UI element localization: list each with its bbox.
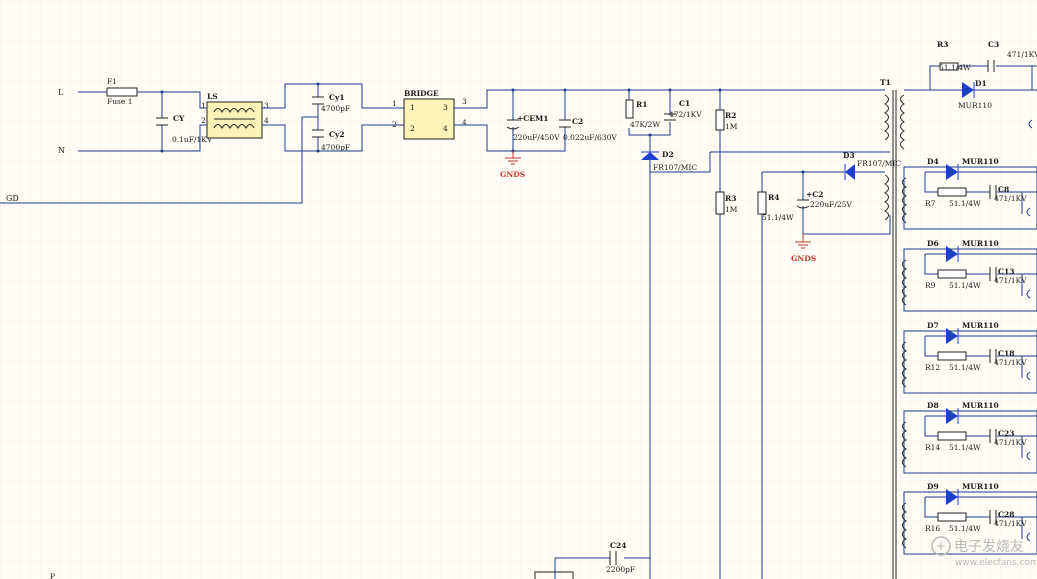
ls-ref: LS: [207, 92, 218, 101]
stage-diode-model: MUR110: [962, 239, 999, 248]
cy-ref: CY: [173, 114, 185, 123]
top-diode-value: MUR110: [958, 101, 992, 110]
stage-diode-model: MUR110: [962, 401, 999, 410]
fuse-ref: F1: [107, 77, 117, 86]
cy1-ref: Cy1: [329, 93, 345, 102]
ls-pin-3: 3: [264, 101, 269, 110]
stage-diode-ref: D9: [927, 482, 939, 491]
r2-value: 1M: [725, 122, 738, 131]
top-res-ref: R3: [937, 40, 948, 49]
c1-ref: C1: [679, 99, 690, 108]
stage-diode-ref: D6: [927, 239, 939, 248]
stage-res-value: 51.1/4W: [949, 281, 981, 290]
bridge-pin-1: 1: [410, 103, 415, 112]
bridge-pin-2: 2: [410, 124, 415, 133]
net-label-n: N: [58, 146, 65, 155]
watermark-main: 电子发烧友: [954, 539, 1024, 555]
fuse-value: Fuse 1: [107, 97, 132, 106]
c1-value: 472/1KV: [669, 110, 702, 119]
c2-ref: C2: [572, 117, 583, 126]
d2-value: FR107/MIC: [653, 163, 697, 172]
stage-cap-ref: C28: [998, 510, 1014, 519]
cy2-ref: Cy2: [329, 130, 345, 139]
r4-ref: R4: [768, 193, 779, 202]
r3-value: 1M: [725, 205, 738, 214]
bridge-pin-4: 4: [443, 124, 448, 133]
svg-text:4: 4: [462, 118, 467, 127]
stage-res-value: 51.1/4W: [949, 443, 981, 452]
stage-diode-model: MUR110: [962, 321, 999, 330]
d2-ref: D2: [662, 150, 674, 159]
stage-res-ref: R16: [925, 524, 940, 533]
stage-cap-ref: C8: [998, 185, 1009, 194]
c2-value: 0.022uF/630V: [563, 133, 617, 142]
stage-res-value: 51.1/4W: [949, 524, 981, 533]
r2-ref: R2: [725, 111, 736, 120]
schematic-canvas: L F1 Fuse 1 N CY 0.1uF/1KV LS 1 2 3 4 Cy…: [0, 0, 1037, 579]
stage-res-ref: R9: [925, 281, 936, 290]
bridge-pin-3: 3: [443, 103, 448, 112]
svg-text:2: 2: [392, 120, 397, 129]
stage-res-value: 51.1/4W: [949, 199, 981, 208]
stage-diode-ref: D7: [927, 321, 939, 330]
ls-pin-2: 2: [201, 116, 206, 125]
gnds-label-2: GNDS: [791, 254, 816, 263]
net-label-l: L: [58, 88, 64, 97]
gnds-label-1: GNDS: [500, 170, 525, 179]
stage-diode-ref: D8: [927, 401, 939, 410]
bridge-ref: BRIDGE: [404, 89, 439, 98]
top-cap-ref: C3: [988, 40, 999, 49]
stage-res-ref: R14: [925, 443, 940, 452]
c2aux-value: 220uF/25V: [810, 200, 852, 209]
cem1-ref: +CEM1: [517, 114, 549, 123]
stage-cap-ref: C18: [998, 349, 1014, 358]
c2aux-ref: +C2: [806, 190, 823, 199]
top-diode-ref: D1: [975, 79, 987, 88]
stage-cap-value: 471/1KV: [994, 194, 1027, 203]
cy2-value: 4700pF: [321, 143, 350, 152]
t1-ref: T1: [880, 78, 891, 87]
svg-text:1: 1: [392, 99, 397, 108]
svg-text:3: 3: [462, 97, 467, 106]
stage-diode-model: MUR110: [962, 157, 999, 166]
net-label-gd: GD: [6, 194, 19, 203]
stage-cap-ref: C23: [998, 429, 1014, 438]
ls-pin-4: 4: [264, 116, 269, 125]
stage-cap-value: 471/1KV: [994, 519, 1027, 528]
c24-ref: C24: [610, 541, 626, 550]
d3-value: FR107/MIC: [857, 159, 901, 168]
cy1-value: 4700pF: [321, 104, 350, 113]
watermark-url: www.elecfans.com: [955, 558, 1037, 568]
r1-ref: R1: [636, 100, 647, 109]
r1-value: 47K/2W: [630, 120, 660, 129]
stage-cap-ref: C13: [998, 267, 1014, 276]
r4-value: 51.1/4W: [762, 213, 794, 222]
stage-diode-model: MUR110: [962, 482, 999, 491]
stage-diode-ref: D4: [927, 157, 939, 166]
stage-cap-value: 471/1KV: [994, 358, 1027, 367]
stage-cap-value: 471/1KV: [994, 276, 1027, 285]
stage-res-ref: R7: [925, 199, 936, 208]
r3-ref: R3: [725, 194, 736, 203]
ls-pin-1: 1: [201, 101, 206, 110]
stage-res-value: 51.1/4W: [949, 363, 981, 372]
top-cap-value: 471/1KV: [1007, 50, 1037, 59]
cem1-value: 220uF/450V: [513, 133, 560, 142]
svg-text:P: P: [50, 572, 55, 579]
c24-value: 2200pF: [606, 565, 635, 574]
top-res-value: 51.1/4W: [939, 63, 971, 72]
stage-cap-value: 471/1KV: [994, 438, 1027, 447]
stage-res-ref: R12: [925, 363, 940, 372]
d3-ref: D3: [843, 151, 855, 160]
